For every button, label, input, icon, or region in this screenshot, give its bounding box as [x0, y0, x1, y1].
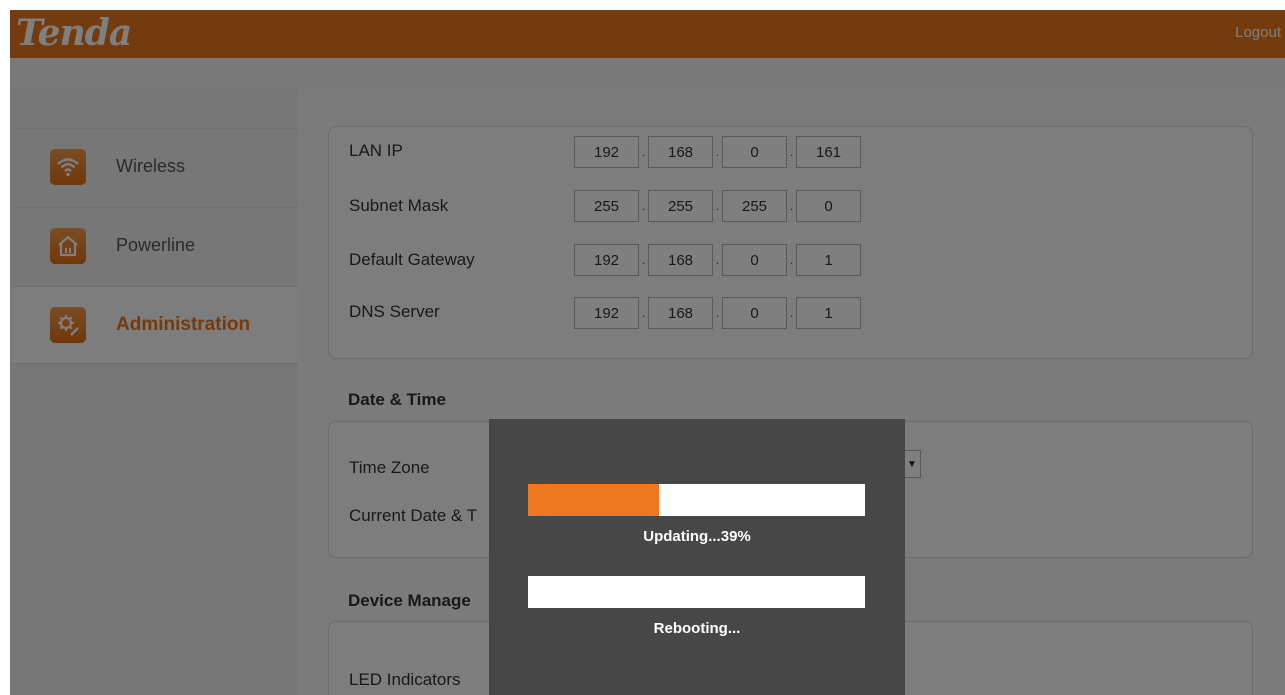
reboot-progress-bar: [528, 576, 865, 608]
reboot-progress-text: Rebooting...: [653, 620, 741, 637]
upgrade-progress-dialog: Updating...39% Rebooting...: [489, 419, 905, 695]
update-progress-bar: [528, 484, 865, 516]
app-frame: Tenda Logout Wireless Powerline Administ…: [10, 10, 1285, 695]
update-progress-fill: [528, 484, 660, 516]
update-progress-text: Updating...39%: [643, 528, 751, 545]
